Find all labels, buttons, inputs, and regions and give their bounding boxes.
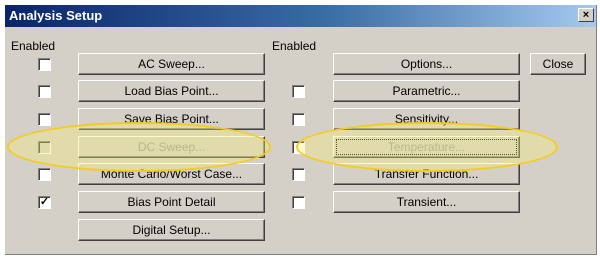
- temperature-button[interactable]: Temperature...: [333, 136, 520, 158]
- sensitivity-checkbox[interactable]: [292, 113, 305, 126]
- monte-carlo-checkbox[interactable]: [38, 168, 51, 181]
- transfer-function-button[interactable]: Transfer Function...: [333, 163, 520, 185]
- transient-button[interactable]: Transient...: [333, 191, 520, 213]
- temperature-checkbox[interactable]: [292, 141, 305, 154]
- dc-sweep-checkbox[interactable]: [38, 141, 51, 154]
- analysis-setup-dialog: Analysis Setup × Enabled Enabled AC Swee…: [5, 5, 597, 255]
- window-title: Analysis Setup: [9, 8, 103, 23]
- close-button[interactable]: Close: [530, 53, 586, 75]
- monte-carlo-worst-case-button[interactable]: Monte Carlo/Worst Case...: [78, 163, 265, 185]
- dc-sweep-button[interactable]: DC Sweep...: [78, 136, 265, 158]
- sensitivity-button[interactable]: Sensitivity...: [333, 108, 520, 130]
- transfer-function-checkbox[interactable]: [292, 168, 305, 181]
- options-button[interactable]: Options...: [333, 53, 520, 75]
- save-bias-point-button[interactable]: Save Bias Point...: [78, 108, 265, 130]
- parametric-checkbox[interactable]: [292, 85, 305, 98]
- right-enabled-header: Enabled: [272, 39, 317, 53]
- transient-checkbox[interactable]: [292, 196, 305, 209]
- window-close-icon[interactable]: ×: [578, 8, 594, 22]
- parametric-button[interactable]: Parametric...: [333, 80, 520, 102]
- load-bias-point-checkbox[interactable]: [38, 85, 51, 98]
- ac-sweep-button[interactable]: AC Sweep...: [78, 53, 265, 75]
- title-bar: Analysis Setup ×: [5, 5, 596, 27]
- load-bias-point-button[interactable]: Load Bias Point...: [78, 80, 265, 102]
- bias-point-detail-button[interactable]: Bias Point Detail: [78, 191, 265, 213]
- bias-point-detail-checkbox[interactable]: ✓: [38, 196, 51, 209]
- left-enabled-header: Enabled: [11, 39, 56, 53]
- save-bias-point-checkbox[interactable]: [38, 113, 51, 126]
- digital-setup-button[interactable]: Digital Setup...: [78, 219, 265, 241]
- ac-sweep-checkbox[interactable]: [38, 58, 51, 71]
